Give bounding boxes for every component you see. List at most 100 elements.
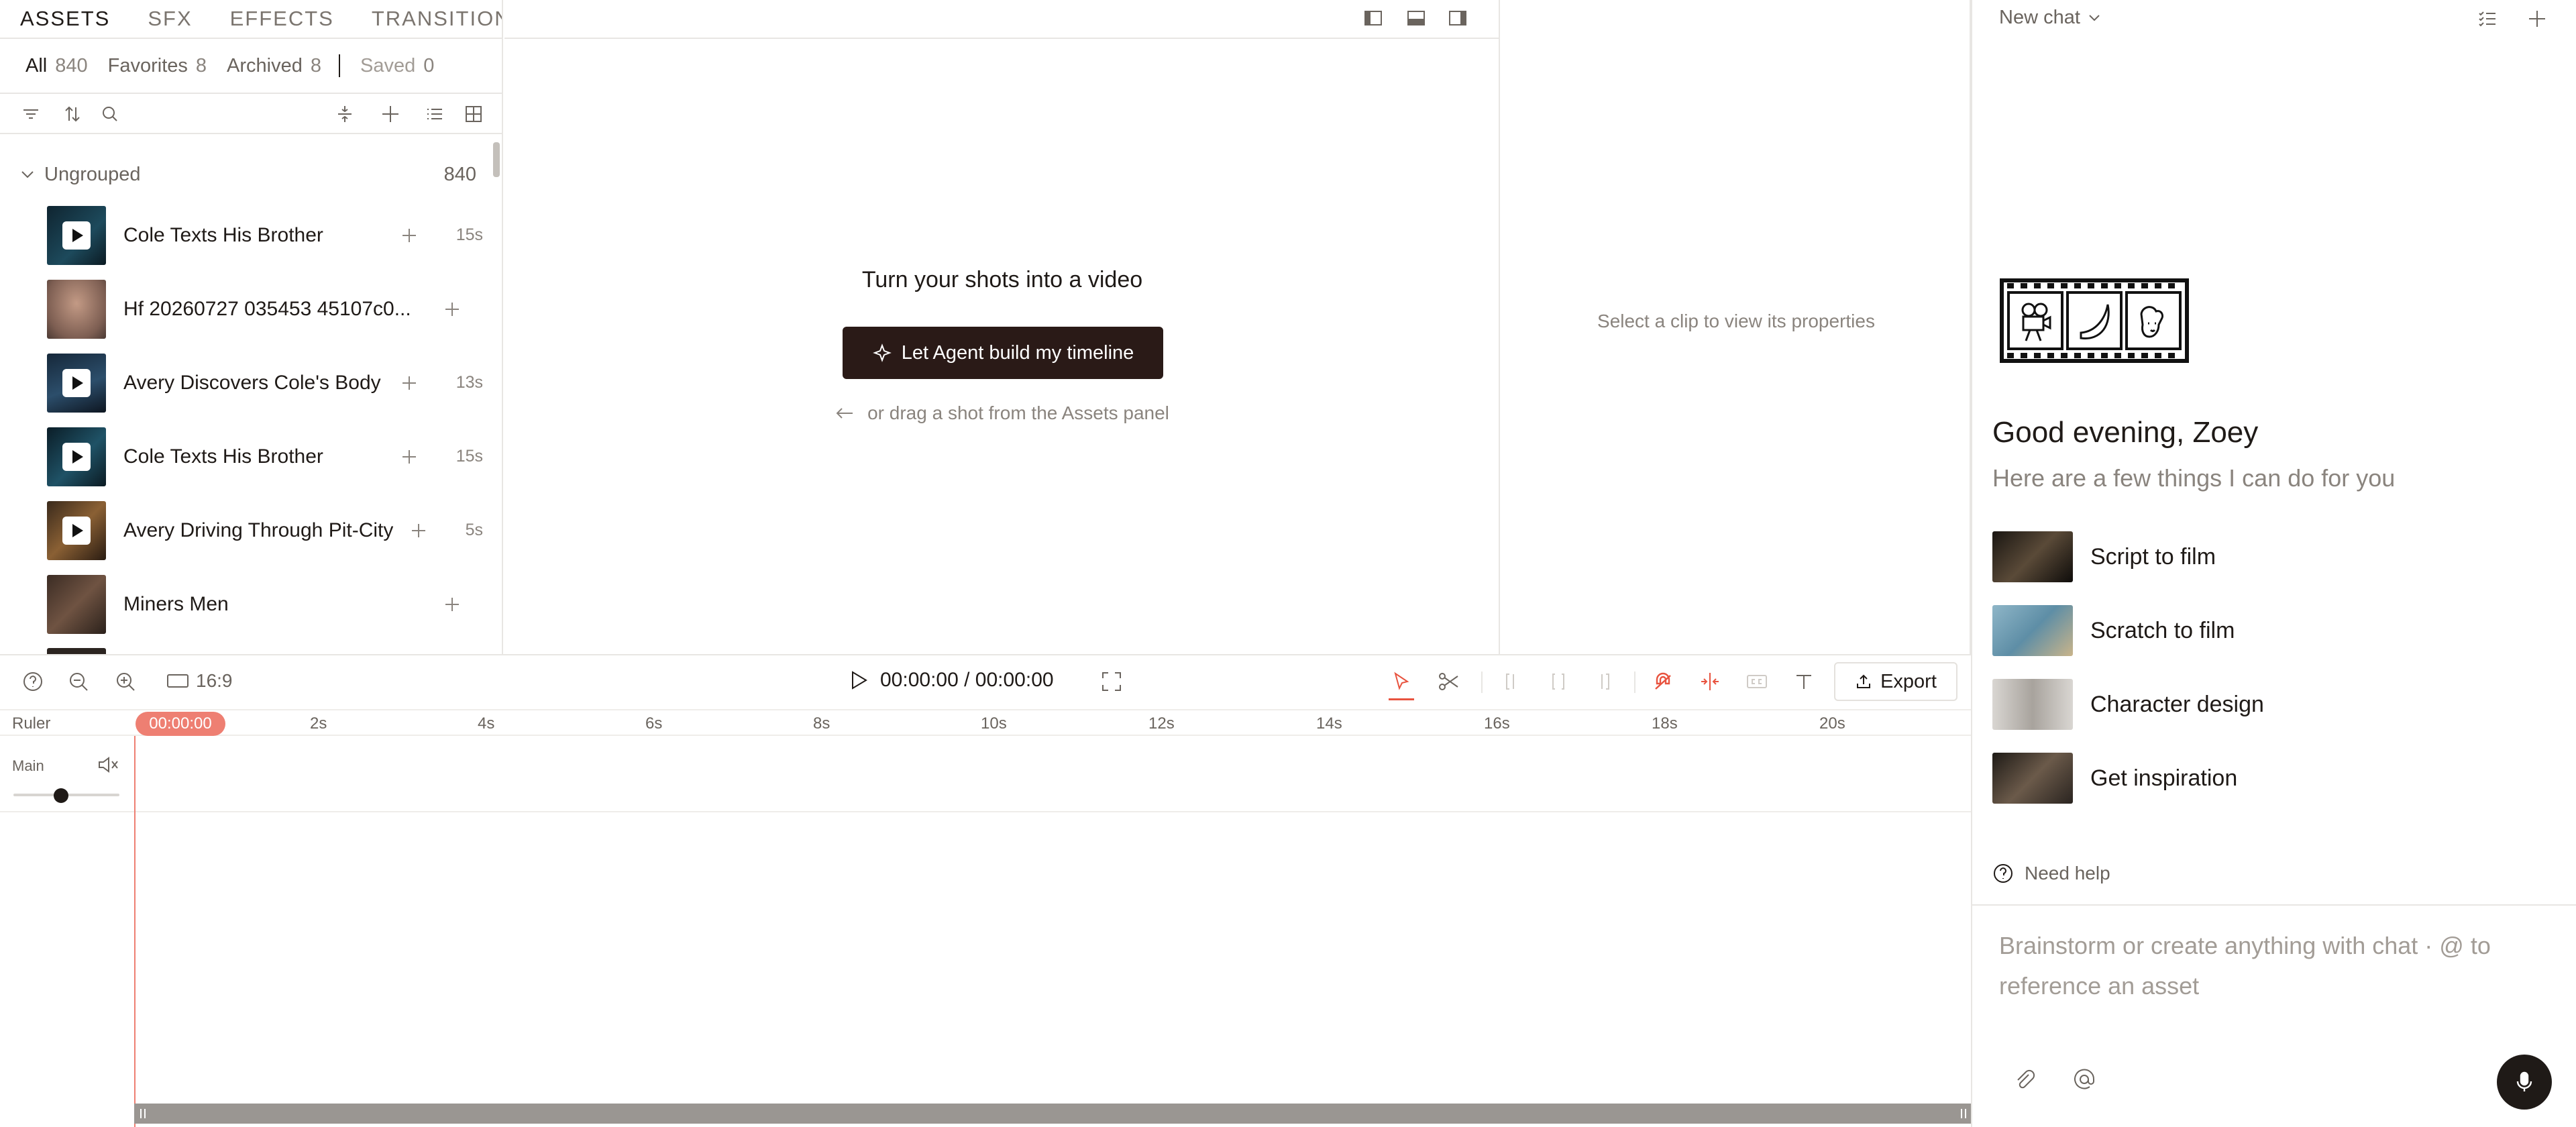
add-to-timeline-icon[interactable] (409, 521, 428, 540)
tab-sfx[interactable]: SFX (148, 7, 192, 31)
select-tool-icon[interactable] (1390, 670, 1413, 693)
asset-item[interactable]: Hf 20260727 035453 45107c0... (47, 279, 483, 339)
add-to-timeline-icon[interactable] (443, 595, 462, 614)
volume-knob[interactable] (54, 788, 69, 803)
timeline-ruler[interactable]: Ruler 00:00:00 2s 4s 6s 8s 10s 12s 14s 1… (0, 709, 1971, 736)
scroll-handle-left-icon[interactable] (138, 1109, 148, 1118)
suggestion-script-to-film[interactable]: Script to film (1992, 530, 2529, 584)
suggestion-character-design[interactable]: Character design (1992, 678, 2529, 731)
filter-saved[interactable]: Saved 0 (360, 55, 434, 77)
suggestion-thumbnail (1992, 753, 2073, 804)
microphone-button[interactable] (2497, 1055, 2552, 1110)
speaker-icon[interactable] (97, 755, 119, 775)
timeline-panel: 16:9 00:00:00 / 00:00:00 Export Ruler 00… (0, 654, 1972, 1127)
assets-scrollbar[interactable] (493, 142, 500, 177)
filter-archived[interactable]: Archived 8 (227, 55, 321, 77)
properties-hint: Select a clip to view its properties (1597, 311, 1875, 331)
filter-divider (339, 54, 340, 77)
chat-panel: New chat Good evening, Zoey Here are a f… (1972, 0, 2576, 1127)
greeting-subtitle: Here are a few things I can do for you (1992, 464, 2396, 492)
asset-item[interactable]: Cole Texts His Brother 15s (47, 205, 483, 266)
group-ungrouped[interactable]: Ungrouped 840 (20, 161, 476, 188)
tab-effects[interactable]: EFFECTS (230, 7, 334, 31)
tab-transitions[interactable]: TRANSITIONS (372, 7, 502, 31)
add-icon[interactable] (380, 103, 401, 125)
asset-title: Miners Men (123, 593, 229, 615)
filter-all[interactable]: All 840 (25, 55, 88, 77)
asset-item[interactable]: Miners Men (47, 574, 483, 635)
play-icon[interactable] (62, 517, 91, 545)
help-icon[interactable] (21, 670, 44, 693)
aspect-ratio-label: 16:9 (196, 670, 233, 691)
chat-input[interactable]: Brainstorm or create anything with chat … (1999, 926, 2549, 1006)
play-icon[interactable] (847, 669, 869, 692)
ruler-label: Ruler (12, 714, 51, 733)
play-icon[interactable] (62, 369, 91, 397)
asset-thumbnail (47, 501, 106, 560)
add-to-timeline-icon[interactable] (400, 447, 419, 466)
filter-all-count: 840 (55, 54, 88, 76)
magnet-icon[interactable] (1652, 670, 1674, 693)
suggestion-thumbnail (1992, 605, 2073, 656)
checklist-icon[interactable] (2477, 8, 2498, 30)
play-icon[interactable] (62, 443, 91, 471)
attach-icon[interactable] (2011, 1067, 2037, 1092)
chat-selector[interactable]: New chat (1999, 7, 2102, 29)
layout-left-icon[interactable] (1363, 8, 1383, 28)
list-view-icon[interactable] (424, 103, 445, 125)
mention-icon[interactable] (2072, 1067, 2097, 1092)
layout-right-icon[interactable] (1448, 8, 1468, 28)
asset-filter-bar: All 840 Favorites 8 Archived 8 Saved 0 (0, 38, 502, 94)
asset-item[interactable]: Avery Driving Through Pit-City 5s (47, 500, 483, 561)
scroll-handle-right-icon[interactable] (1959, 1109, 1968, 1118)
playhead-time[interactable]: 00:00:00 (136, 712, 225, 736)
timeline-scrollbar[interactable] (134, 1104, 1972, 1124)
filter-all-label: All (25, 54, 48, 76)
asset-thumbnail (47, 280, 106, 339)
suggestion-scratch-to-film[interactable]: Scratch to film (1992, 604, 2529, 657)
fullscreen-icon[interactable] (1100, 670, 1123, 693)
layout-bottom-icon[interactable] (1406, 8, 1426, 28)
asset-item[interactable]: Cole Texts His Brother 15s (47, 427, 483, 487)
sort-icon[interactable] (62, 103, 83, 125)
need-help-link[interactable]: Need help (1992, 863, 2110, 884)
filter-saved-label: Saved (360, 54, 416, 76)
aspect-ratio-selector[interactable]: 16:9 (166, 670, 233, 692)
ruler-tick: 4s (478, 714, 495, 733)
trim-end-icon[interactable] (1593, 670, 1615, 693)
track-main[interactable]: Main (0, 737, 1971, 812)
text-icon[interactable] (1792, 670, 1815, 693)
agent-build-button[interactable]: Let Agent build my timeline (843, 327, 1163, 379)
play-icon[interactable] (62, 221, 91, 250)
playhead-line[interactable] (134, 736, 136, 1127)
filter-icon[interactable] (20, 103, 42, 125)
trim-start-icon[interactable] (1500, 670, 1523, 693)
suggestion-label: Character design (2090, 691, 2264, 717)
export-button[interactable]: Export (1834, 662, 1957, 701)
zoom-out-icon[interactable] (67, 670, 90, 693)
asset-thumbnail (47, 427, 106, 486)
suggestion-get-inspiration[interactable]: Get inspiration (1992, 751, 2529, 805)
tab-assets[interactable]: ASSETS (20, 7, 110, 31)
search-icon[interactable] (99, 103, 121, 125)
new-chat-icon[interactable] (2526, 8, 2548, 30)
ruler-tick: 10s (981, 714, 1007, 733)
captions-icon[interactable] (1746, 670, 1768, 693)
add-to-timeline-icon[interactable] (400, 374, 419, 392)
add-to-timeline-icon[interactable] (443, 300, 462, 319)
chat-input-area[interactable]: Brainstorm or create anything with chat … (1972, 904, 2576, 1127)
zoom-in-icon[interactable] (114, 670, 137, 693)
collapse-icon[interactable] (334, 103, 356, 125)
track-name: Main (12, 757, 44, 774)
add-to-timeline-icon[interactable] (400, 226, 419, 245)
toolbar-divider (1481, 672, 1483, 693)
filter-favorites[interactable]: Favorites 8 (108, 55, 207, 77)
drag-hint: or drag a shot from the Assets panel (504, 402, 1500, 424)
split-icon[interactable] (1547, 670, 1570, 693)
grid-view-icon[interactable] (463, 103, 484, 125)
snap-icon[interactable] (1699, 670, 1721, 693)
scissors-icon[interactable] (1437, 670, 1460, 693)
asset-title: Avery Driving Through Pit-City (123, 519, 394, 541)
asset-item[interactable]: Avery Discovers Cole's Body 13s (47, 353, 483, 413)
aspect-ratio-icon (166, 673, 189, 689)
